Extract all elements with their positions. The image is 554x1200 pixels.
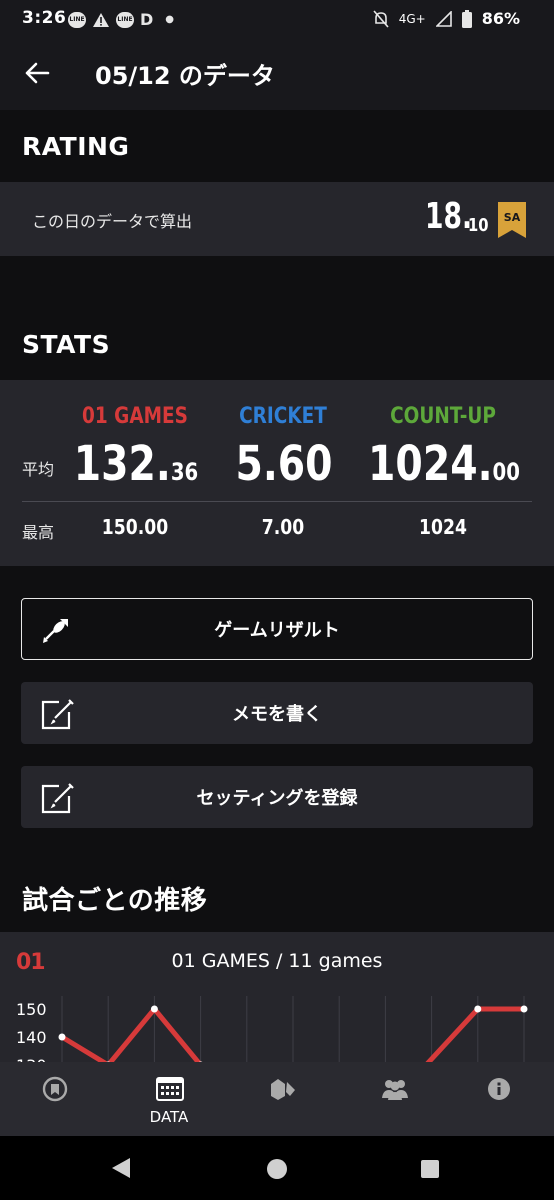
rating-value: 18. xyxy=(425,196,473,237)
game-result-label: ゲームリザルト xyxy=(214,620,340,641)
nav-data-label: DATA xyxy=(149,1108,189,1126)
rating-label: この日のデータで算出 xyxy=(32,212,193,231)
rating-value-decimal: 10 xyxy=(468,215,489,236)
chart-point xyxy=(520,1005,528,1013)
stat-title-count-up: COUNT-UP xyxy=(390,404,496,429)
chart-series-line xyxy=(59,1034,109,1062)
stats-divider xyxy=(22,501,532,502)
rank-badge-icon: SA xyxy=(498,202,526,238)
rank-badge-label: SA xyxy=(504,211,521,224)
trend-section-title: 試合ごとの推移 xyxy=(22,886,208,916)
stat-average-cricket: 5.60 xyxy=(235,436,333,492)
stat-title-01-games: 01 GAMES xyxy=(82,404,188,429)
warning-icon xyxy=(93,12,109,27)
average-row-label: 平均 xyxy=(22,460,55,479)
page-title: 05/12 のデータ xyxy=(95,62,275,90)
nav-tools[interactable] xyxy=(226,1062,336,1136)
chart-y-tick: 150 xyxy=(16,1000,47,1019)
register-setting-label: セッティングを登録 xyxy=(196,788,358,809)
stat-average-count-up: 1024.00 xyxy=(368,436,520,492)
nav-info[interactable] xyxy=(444,1062,554,1136)
chart-title: 01 GAMES / 11 games xyxy=(171,950,383,972)
rating-section-title: RATING xyxy=(22,132,130,161)
stat-max-cricket: 7.00 xyxy=(261,515,305,539)
chart-series-line xyxy=(107,1006,157,1062)
system-home-icon[interactable] xyxy=(266,1158,288,1180)
calendar-icon xyxy=(156,1077,184,1101)
system-recents-icon[interactable] xyxy=(420,1159,440,1179)
game-result-button[interactable]: ゲームリザルト xyxy=(21,598,533,660)
line-app-icon: LINE xyxy=(116,11,134,28)
nav-data[interactable]: DATA xyxy=(114,1062,224,1136)
max-row-label: 最高 xyxy=(22,523,55,542)
write-memo-button[interactable]: メモを書く xyxy=(21,682,533,744)
chart-y-tick: 140 xyxy=(16,1028,47,1047)
chart-series-line xyxy=(151,1006,202,1062)
chart-point xyxy=(150,1005,158,1013)
chart-badge: 01 xyxy=(16,950,46,975)
d-app-icon: D xyxy=(140,10,154,29)
system-status-icons: 4G+ 86% xyxy=(373,9,520,28)
battery-level: 86% xyxy=(481,9,520,28)
notification-icons: LINE LINE D ● xyxy=(68,10,174,29)
status-time: 3:26 xyxy=(22,8,67,28)
chart-series-line xyxy=(425,1006,481,1062)
back-arrow-icon[interactable] xyxy=(24,60,50,86)
system-back-icon[interactable] xyxy=(110,1157,132,1179)
battery-icon xyxy=(461,9,472,28)
muted-bell-icon xyxy=(373,9,389,28)
app-bar xyxy=(0,38,554,110)
stat-max-01-games: 150.00 xyxy=(101,515,169,539)
network-type: 4G+ xyxy=(398,11,426,26)
nav-friends[interactable] xyxy=(338,1062,448,1136)
chart-point xyxy=(474,1005,482,1013)
signal-icon xyxy=(435,10,452,27)
nav-home[interactable] xyxy=(0,1062,110,1136)
gauge-icon xyxy=(42,1076,68,1102)
tools-icon xyxy=(271,1079,295,1100)
line-app-icon: LINE xyxy=(68,11,86,28)
stat-average-01-games: 132.36 xyxy=(73,436,199,492)
more-dot-icon: ● xyxy=(165,14,175,25)
write-memo-label: メモを書く xyxy=(232,704,322,725)
register-setting-button[interactable]: セッティングを登録 xyxy=(21,766,533,828)
chart-point xyxy=(58,1033,66,1041)
stat-max-count-up: 1024 xyxy=(419,515,467,539)
stat-title-cricket: CRICKET xyxy=(239,404,327,429)
people-icon xyxy=(382,1080,408,1100)
stats-section-title: STATS xyxy=(22,330,111,359)
info-icon xyxy=(488,1078,510,1100)
